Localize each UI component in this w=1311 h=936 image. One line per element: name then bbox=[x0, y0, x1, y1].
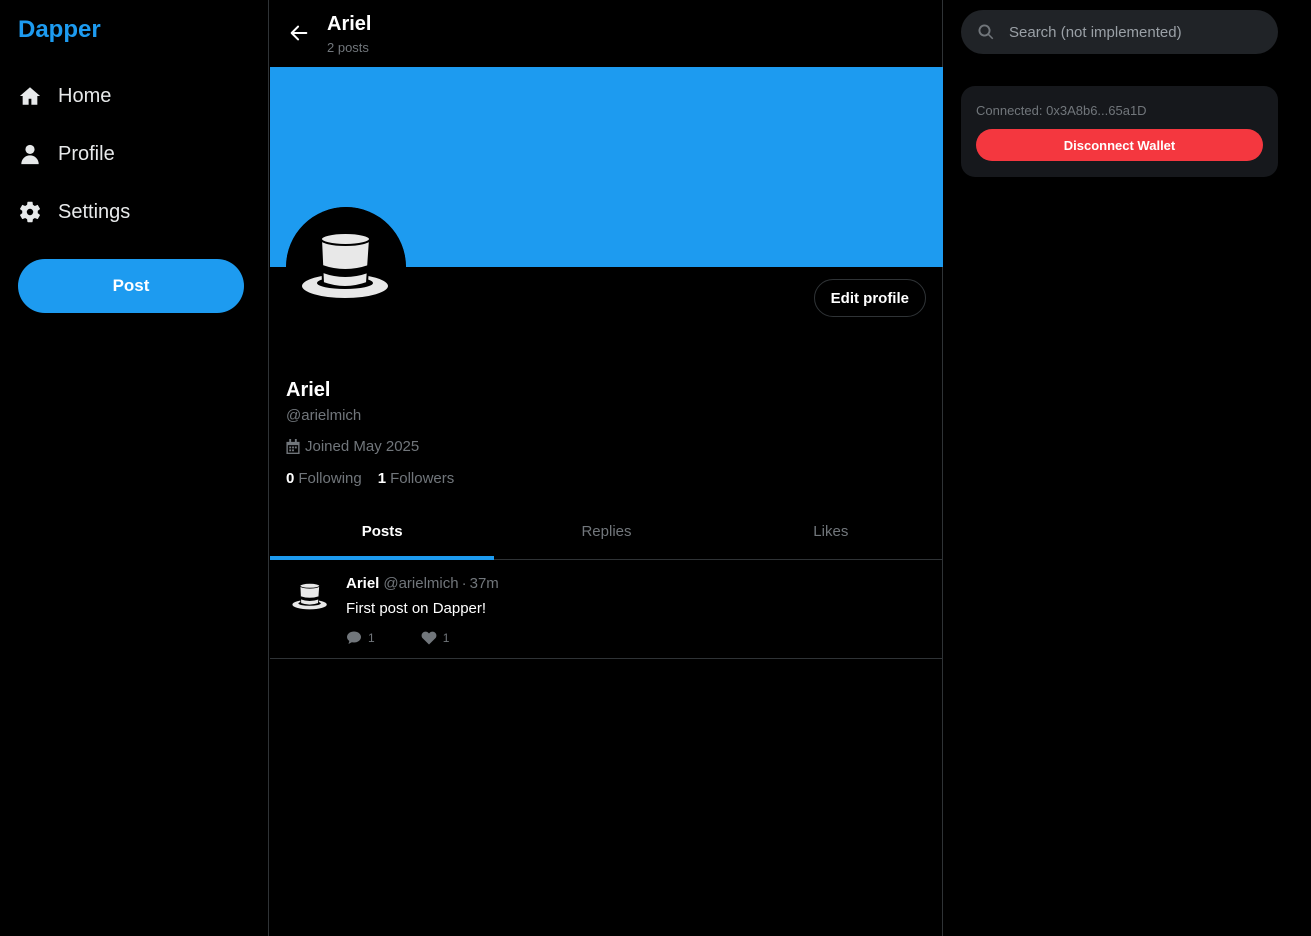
gear-icon bbox=[18, 200, 42, 224]
header-post-count: 2 posts bbox=[327, 40, 369, 55]
edit-profile-button[interactable]: Edit profile bbox=[813, 279, 926, 317]
wallet-status: Connected: 0x3A8b6...65a1D bbox=[976, 103, 1147, 118]
top-hat-icon bbox=[286, 207, 406, 327]
nav-item-label: Profile bbox=[58, 142, 115, 165]
search-icon bbox=[978, 24, 994, 40]
post-item[interactable]: Ariel @arielmich · 37m First post on Dap… bbox=[270, 561, 943, 659]
reply-button[interactable]: 1 bbox=[346, 630, 375, 646]
arrow-left-icon bbox=[290, 25, 308, 41]
profile-name: Ariel bbox=[286, 379, 331, 401]
nav-item-label: Settings bbox=[58, 200, 131, 223]
reply-count: 1 bbox=[368, 631, 375, 645]
post-author-name[interactable]: Ariel bbox=[346, 575, 379, 592]
back-button[interactable] bbox=[286, 20, 312, 46]
nav-item-label: Home bbox=[58, 84, 112, 107]
post-actions: 1 1 bbox=[346, 630, 495, 646]
tab-replies[interactable]: Replies bbox=[494, 504, 718, 559]
nav-item-profile[interactable]: Profile bbox=[18, 134, 115, 174]
followers-count: 1 bbox=[377, 470, 387, 487]
profile-header-bar: Ariel 2 posts bbox=[270, 0, 943, 67]
left-sidebar: Dapper Home Profile Settings Post bbox=[0, 0, 269, 936]
header-name: Ariel bbox=[327, 13, 372, 35]
disconnect-wallet-button[interactable]: Disconnect Wallet bbox=[976, 129, 1263, 161]
joined-text: Joined May 2025 bbox=[305, 438, 420, 455]
following-label: Following bbox=[298, 470, 362, 487]
heart-icon bbox=[421, 631, 437, 645]
post-author-handle: @arielmich bbox=[383, 575, 459, 592]
post-time: 37m bbox=[469, 575, 499, 592]
user-icon bbox=[18, 142, 42, 166]
post-header: Ariel @arielmich · 37m bbox=[346, 575, 499, 592]
search-input[interactable] bbox=[1009, 23, 1259, 41]
profile-tabs: Posts Replies Likes bbox=[270, 504, 943, 560]
nav-item-home[interactable]: Home bbox=[18, 76, 111, 116]
profile-handle: @arielmich bbox=[286, 407, 362, 424]
comment-icon bbox=[347, 631, 361, 644]
nav-item-settings[interactable]: Settings bbox=[18, 192, 130, 232]
profile-avatar[interactable] bbox=[286, 207, 406, 327]
following-link[interactable]: 0 Following bbox=[286, 470, 362, 487]
tab-posts[interactable]: Posts bbox=[270, 504, 495, 560]
followers-link[interactable]: 1 Followers bbox=[378, 470, 455, 487]
search-bar[interactable] bbox=[961, 10, 1278, 54]
post-text: First post on Dapper! bbox=[346, 600, 487, 617]
following-count: 0 bbox=[286, 470, 295, 487]
post-separator: · bbox=[461, 575, 467, 592]
post-avatar[interactable] bbox=[286, 573, 334, 621]
followers-label: Followers bbox=[390, 470, 455, 487]
tab-likes[interactable]: Likes bbox=[719, 504, 943, 559]
brand-logo[interactable]: Dapper bbox=[18, 16, 101, 44]
like-count: 1 bbox=[442, 631, 450, 645]
profile-joined: Joined May 2025 bbox=[286, 438, 419, 455]
top-hat-icon bbox=[286, 573, 334, 621]
follow-stats: 0 Following 1 Followers bbox=[286, 470, 470, 487]
post-button[interactable]: Post bbox=[18, 259, 244, 313]
like-button[interactable]: 1 bbox=[421, 630, 450, 646]
home-icon bbox=[18, 84, 42, 108]
calendar-icon bbox=[286, 439, 300, 454]
profile-main: Ariel 2 posts Edit profile Ariel @arielm… bbox=[270, 0, 943, 936]
wallet-panel: Connected: 0x3A8b6...65a1D Disconnect Wa… bbox=[961, 86, 1278, 177]
